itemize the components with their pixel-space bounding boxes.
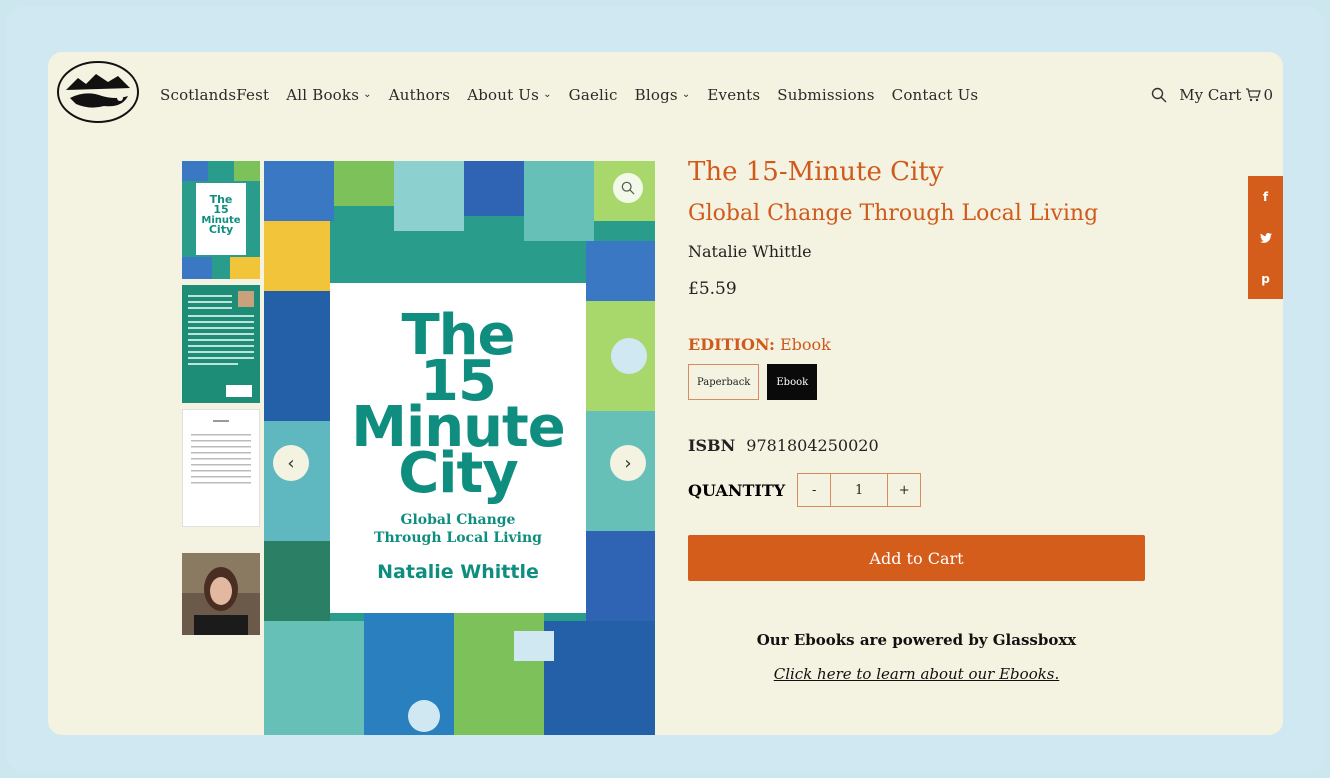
cart-icon[interactable] [1245, 88, 1262, 102]
thumbnail-cover[interactable]: The 15 Minute City [182, 161, 260, 279]
chevron-down-icon: ⌄ [681, 88, 691, 100]
chevron-down-icon: ⌄ [363, 88, 372, 100]
nav-label: Contact Us [891, 86, 979, 104]
author-photo [182, 553, 260, 635]
twitter-share-button[interactable]: t [1248, 217, 1283, 258]
chevron-right-icon: › [624, 452, 632, 474]
nav-label: ScotlandsFest [160, 86, 270, 104]
thumbnail-cover-art: The 15 Minute City [182, 161, 260, 279]
isbn-value: 9781804250020 [746, 436, 879, 455]
cover-author: Natalie Whittle [377, 561, 539, 583]
nav-label: Gaelic [568, 86, 618, 104]
ebook-note: Our Ebooks are powered by Glassboxx [756, 631, 1077, 649]
nav-label: Blogs [634, 86, 678, 104]
quantity-label: QUANTITY [688, 480, 786, 500]
nav-item-scotlandsfest[interactable]: ScotlandsFest [160, 86, 269, 104]
add-to-cart-button[interactable]: Add to Cart [688, 535, 1145, 581]
thumbnail-back-art [182, 285, 260, 403]
my-cart-link[interactable]: My Cart [1179, 86, 1241, 104]
nav-item-contact-us[interactable]: Contact Us [892, 86, 979, 104]
edition-options: Paperback Ebook [688, 364, 1148, 400]
thumbnail-back-cover[interactable] [182, 285, 260, 403]
facebook-share-button[interactable]: f [1248, 176, 1283, 217]
cart-count: 0 [1263, 86, 1273, 104]
twitter-icon [1259, 232, 1272, 243]
cover-subtitle: Global Change Through Local Living [330, 511, 586, 547]
header-actions: My Cart 0 [1151, 86, 1273, 104]
prev-image-button[interactable]: ‹ [273, 445, 309, 481]
nav-label: All Books [286, 86, 360, 104]
nav-item-events[interactable]: Events [707, 86, 760, 104]
quantity-input[interactable]: 1 [831, 473, 888, 507]
nav-item-authors[interactable]: Authors [389, 86, 450, 104]
product-price: £5.59 [688, 279, 737, 299]
thumbnail-author-photo[interactable] [182, 553, 260, 635]
pinterest-icon: p [1261, 271, 1270, 286]
nav-label: Events [707, 86, 761, 104]
chevron-left-icon: ‹ [287, 452, 295, 474]
isbn-label: ISBN [688, 436, 736, 455]
search-icon[interactable] [1151, 87, 1167, 103]
edition-option-paperback[interactable]: Paperback [688, 364, 760, 400]
main-product-image[interactable]: The 15 Minute City Global Change Through… [264, 161, 655, 735]
chevron-down-icon: ⌄ [543, 88, 552, 100]
quantity-row: QUANTITY - 1 + [688, 473, 1148, 507]
zoom-icon [621, 181, 635, 195]
quantity-increase-button[interactable]: + [887, 473, 922, 507]
nav-item-about-us[interactable]: About Us ⌄ [467, 86, 551, 104]
ebook-info-link[interactable]: Click here to learn about our Ebooks. [688, 665, 1145, 683]
cover-title-card: The 15 Minute City Global Change Through… [330, 283, 586, 613]
main-nav: ScotlandsFest All Books ⌄ Authors About U… [160, 86, 995, 104]
quantity-stepper: - 1 + [797, 473, 922, 507]
facebook-icon: f [1262, 189, 1269, 204]
product-page: ScotlandsFest All Books ⌄ Authors About U… [48, 52, 1283, 735]
zoom-button[interactable] [613, 173, 643, 203]
edition-label: EDITION: [688, 335, 775, 354]
thumbnail-contents-art [183, 410, 259, 526]
cover-title: The 15 Minute City [330, 308, 586, 502]
edition-row: EDITION: Ebook [688, 335, 1148, 354]
next-image-button[interactable]: › [610, 445, 646, 481]
thumbnail-contents-page[interactable] [182, 409, 260, 527]
social-share-bar: f t p [1248, 176, 1283, 299]
product-subtitle: Global Change Through Local Living [688, 201, 1099, 226]
nav-item-blogs[interactable]: Blogs ⌄ [635, 86, 691, 104]
nav-label: Submissions [777, 86, 875, 104]
svg-text:City: City [209, 223, 233, 236]
nav-label: Authors [388, 86, 451, 104]
cover-subtitle-line: Through Local Living [374, 530, 542, 546]
pinterest-share-button[interactable]: p [1248, 258, 1283, 299]
quantity-decrease-button[interactable]: - [797, 473, 832, 507]
product-author-link[interactable]: Natalie Whittle [688, 242, 1148, 261]
edition-option-ebook[interactable]: Ebook [767, 364, 818, 400]
nav-item-gaelic[interactable]: Gaelic [569, 86, 618, 104]
nav-item-all-books[interactable]: All Books ⌄ [286, 86, 371, 104]
nav-label: About Us [467, 86, 540, 104]
nav-item-submissions[interactable]: Submissions [777, 86, 874, 104]
cover-subtitle-line: Global Change [400, 512, 516, 528]
thumbnail-list: The 15 Minute City [182, 161, 260, 641]
product-info: The 15-Minute City Global Change Through… [688, 156, 1148, 683]
edition-value: Ebook [779, 335, 831, 354]
isbn-row: ISBN 9781804250020 [688, 436, 1148, 455]
logo[interactable] [56, 60, 140, 124]
product-title: The 15-Minute City [688, 157, 944, 187]
